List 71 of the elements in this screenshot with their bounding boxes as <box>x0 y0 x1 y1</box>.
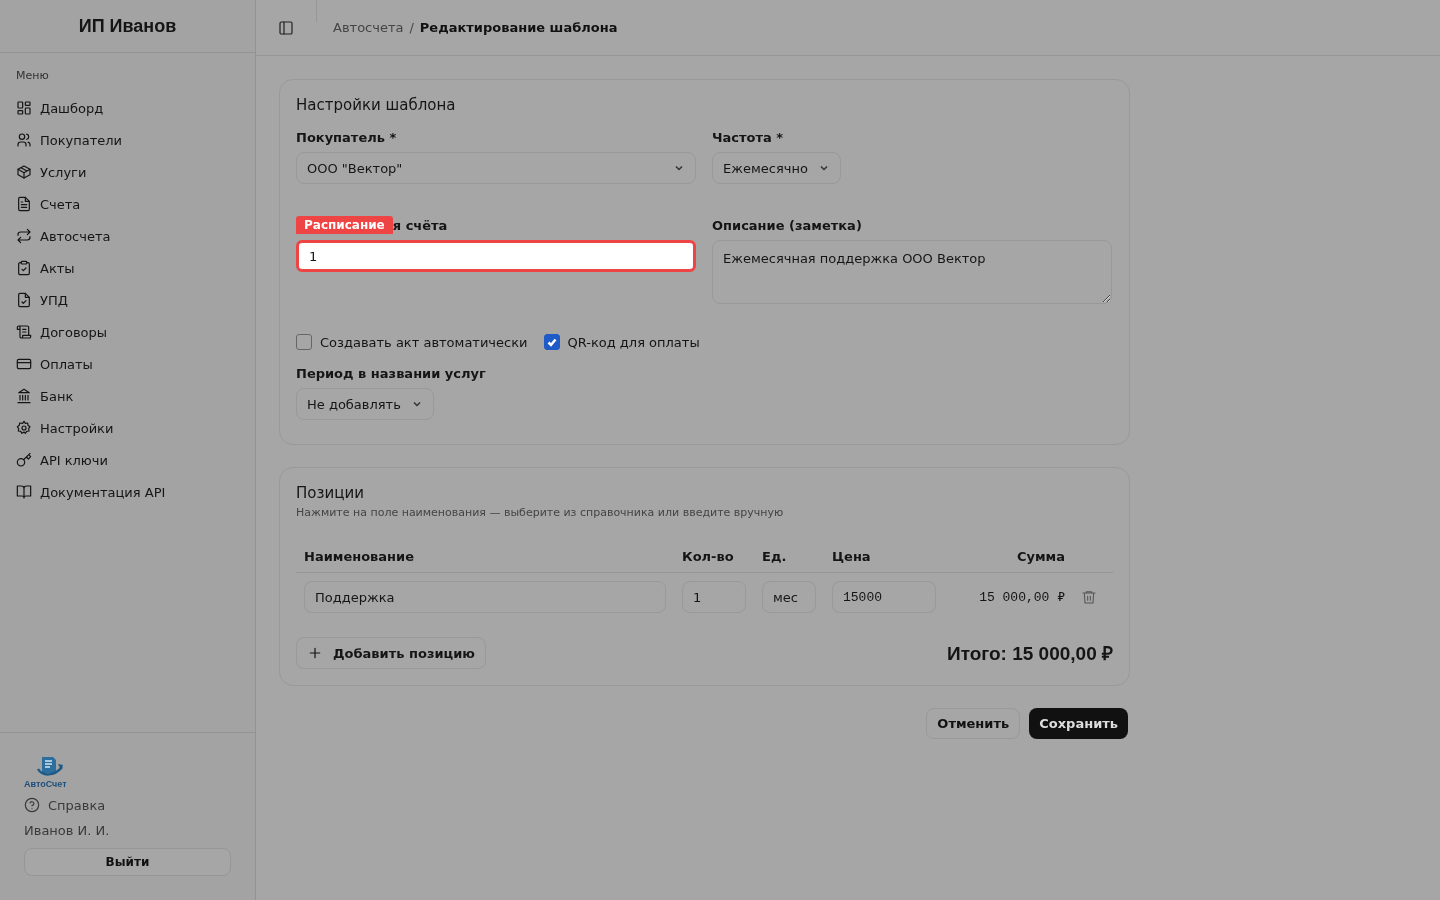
column-header: Сумма <box>1015 549 1065 564</box>
menu-label: Меню <box>15 68 50 84</box>
card-title: Настройки шаблона <box>296 96 457 114</box>
trash-button[interactable] <box>1081 589 1097 605</box>
logout-button[interactable]: Выйти <box>24 848 231 876</box>
sidebar-item[interactable]: Услуги <box>8 156 247 188</box>
field-label: Покупатель * <box>296 128 398 146</box>
breadcrumb-link[interactable]: Автосчета <box>333 20 404 35</box>
price-input[interactable]: 15000 <box>832 581 936 613</box>
field-label: я счёта <box>392 217 448 233</box>
file-check-icon <box>16 292 32 308</box>
users-icon <box>16 132 32 148</box>
help-icon <box>24 797 40 813</box>
user-name: Иванов И. И. <box>24 822 111 840</box>
plus-icon <box>307 645 323 661</box>
sidebar-item[interactable]: Автосчета <box>8 220 247 252</box>
save-button[interactable]: Сохранить <box>1029 708 1128 739</box>
period-select[interactable]: Не добавлять <box>296 388 434 420</box>
column-header: Кол-во <box>682 549 735 564</box>
repeat-icon <box>16 228 32 244</box>
total-amount: Итого: 15 000,00 ₽ <box>947 642 1113 666</box>
column-header: Цена <box>832 549 872 564</box>
clipboard-check-icon <box>16 260 32 276</box>
sidebar-toggle-button[interactable] <box>278 19 294 36</box>
sidebar-item[interactable]: Настройки <box>8 412 247 444</box>
grid-icon <box>16 100 32 116</box>
breadcrumb-separator: / <box>409 20 414 35</box>
card-icon <box>16 356 32 372</box>
frequency-select[interactable]: Ежемесячно <box>712 152 841 184</box>
sidebar-item[interactable]: Счета <box>8 188 247 220</box>
sidebar-item[interactable]: Акты <box>8 252 247 284</box>
add-position-button[interactable]: Добавить позицию <box>296 637 486 669</box>
unit-input[interactable]: мес <box>762 581 816 613</box>
logo: АвтоСчет <box>24 753 78 789</box>
day-input[interactable]: 1 <box>296 240 696 272</box>
sidebar-item[interactable]: Дашборд <box>8 92 247 124</box>
help-link[interactable]: Справка <box>24 797 231 813</box>
sidebar-item[interactable]: Банк <box>8 380 247 412</box>
quantity-input[interactable]: 1 <box>682 581 746 613</box>
breadcrumb-current: Редактирование шаблона <box>419 20 618 35</box>
column-header: Ед. <box>762 549 788 564</box>
sidebar-item[interactable]: API ключи <box>8 444 247 476</box>
buyer-select[interactable]: ООО "Вектор" <box>296 152 696 184</box>
bank-icon <box>16 388 32 404</box>
sidebar-item[interactable]: Договоры <box>8 316 247 348</box>
sidebar-item[interactable]: Оплаты <box>8 348 247 380</box>
description-textarea[interactable]: Ежемесячная поддержка ООО Вектор <box>712 240 1112 304</box>
tour-badge: Расписание <box>296 216 393 234</box>
checkbox-label: QR-код для оплаты <box>567 334 700 350</box>
box-icon <box>16 164 32 180</box>
card-title: Позиции <box>296 484 365 502</box>
gear-icon <box>16 420 32 436</box>
field-label: Описание (заметка) <box>712 216 863 234</box>
field-label: Период в названии услуг <box>296 364 487 382</box>
sidebar-item[interactable]: Покупатели <box>8 124 247 156</box>
checkbox-label: Создавать акт автоматически <box>320 334 528 350</box>
sidebar-item[interactable]: УПД <box>8 284 247 316</box>
book-icon <box>16 484 32 500</box>
scroll-icon <box>16 324 32 340</box>
table-cell-text: 15 000,00 ₽ <box>978 589 1065 605</box>
key-icon <box>16 452 32 468</box>
name-input[interactable]: Поддержка <box>304 581 666 613</box>
company-name: ИП Иванов <box>78 15 177 37</box>
checkbox[interactable] <box>296 334 312 350</box>
cancel-button[interactable]: Отменить <box>926 708 1021 739</box>
column-header: Наименование <box>304 549 416 564</box>
sidebar-item[interactable]: Документация API <box>8 476 247 508</box>
field-label: Частота * <box>712 128 785 146</box>
checkbox[interactable] <box>543 334 560 350</box>
hint-text: Нажмите на поле наименования — выберите из справочника или введите вручную <box>296 506 785 519</box>
document-icon <box>16 196 32 212</box>
